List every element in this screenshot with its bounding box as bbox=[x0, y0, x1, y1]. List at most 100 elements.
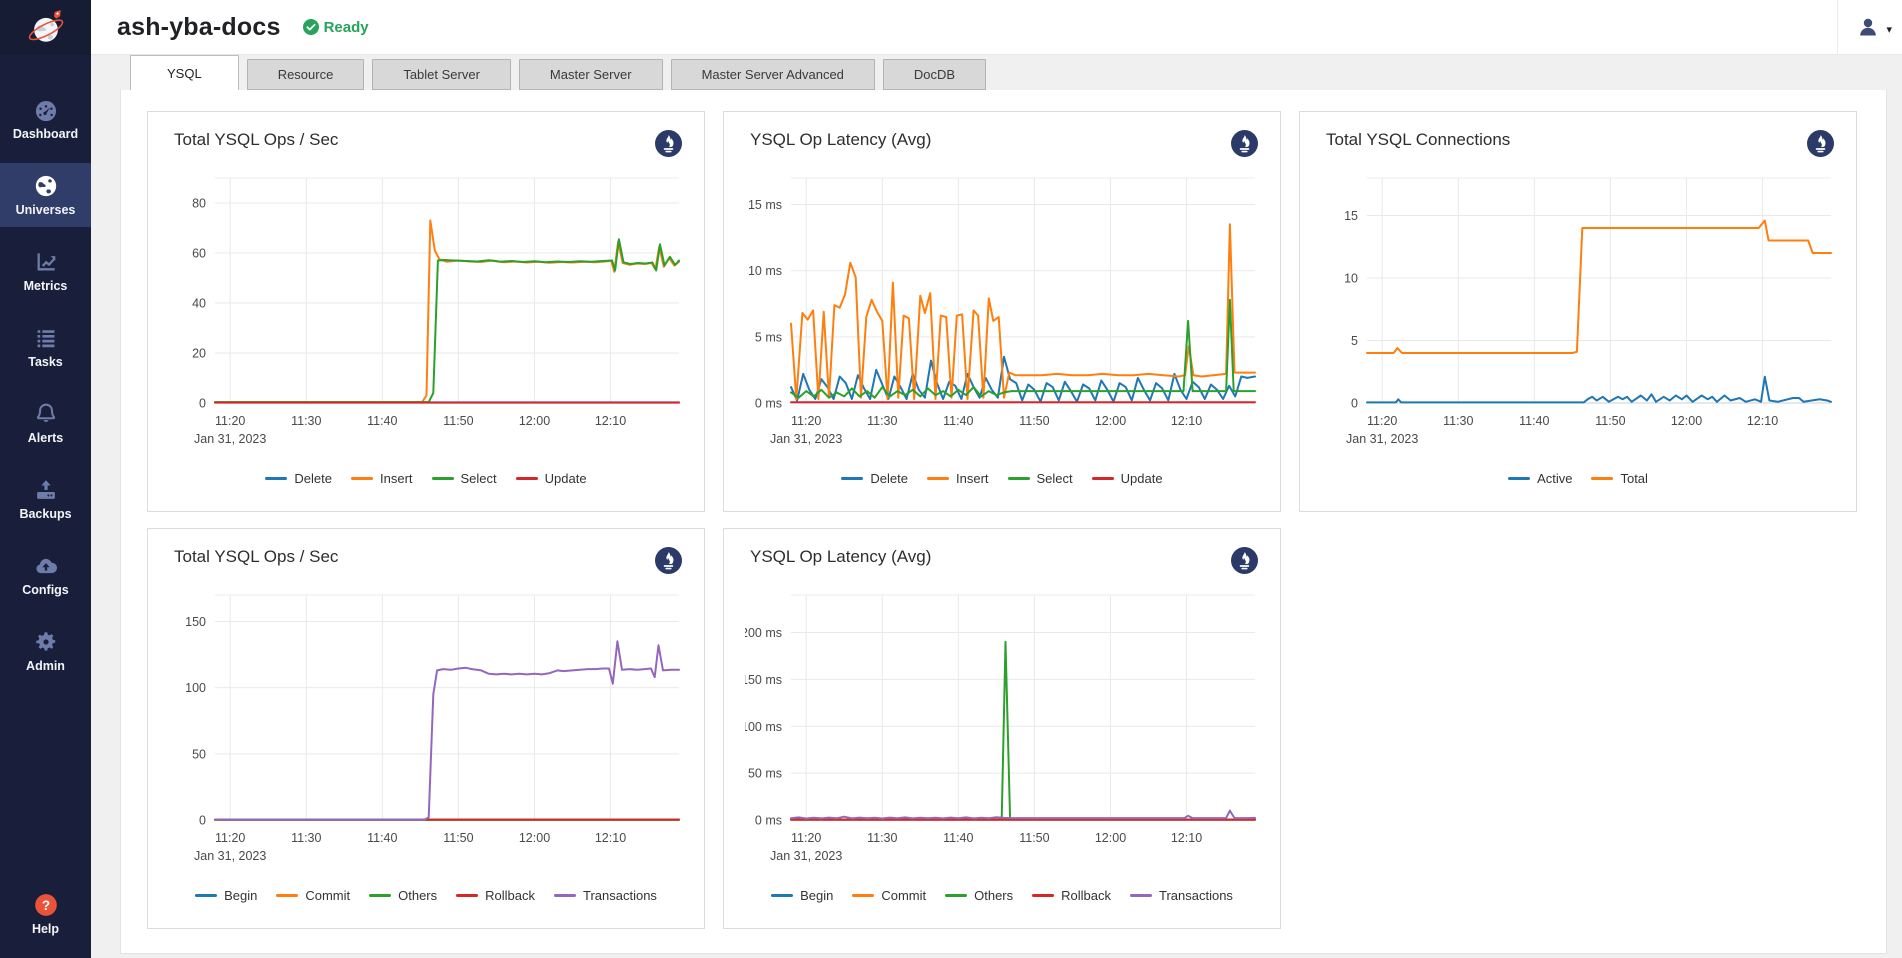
svg-text:20: 20 bbox=[192, 347, 206, 361]
legend-swatch bbox=[852, 894, 874, 897]
legend-label: Others bbox=[974, 888, 1013, 903]
cloudup-icon bbox=[33, 553, 59, 579]
tab-docdb[interactable]: DocDB bbox=[883, 59, 986, 90]
tab-master-server-advanced[interactable]: Master Server Advanced bbox=[671, 59, 875, 90]
chart-title: Total YSQL Ops / Sec bbox=[174, 547, 338, 567]
legend-item-update[interactable]: Update bbox=[1092, 471, 1163, 486]
svg-text:0: 0 bbox=[1351, 397, 1358, 411]
sidebar-item-label: Admin bbox=[26, 659, 65, 673]
svg-text:11:40: 11:40 bbox=[367, 414, 397, 428]
sidebar-item-universes[interactable]: Universes bbox=[0, 163, 91, 227]
sidebar-item-configs[interactable]: Configs bbox=[0, 543, 91, 607]
svg-text:11:40: 11:40 bbox=[943, 831, 973, 845]
backup-icon bbox=[33, 477, 59, 503]
chart-card-ysql-op-latency-transactions: YSQL Op Latency (Avg) 0 ms50 ms100 ms150… bbox=[723, 528, 1281, 929]
legend-item-transactions[interactable]: Transactions bbox=[1130, 888, 1233, 903]
prometheus-icon[interactable] bbox=[655, 130, 682, 157]
legend-item-rollback[interactable]: Rollback bbox=[1032, 888, 1111, 903]
tab-tablet-server[interactable]: Tablet Server bbox=[372, 59, 511, 90]
svg-text:Jan 31, 2023: Jan 31, 2023 bbox=[1346, 432, 1418, 446]
chart-plot: 0 ms50 ms100 ms150 ms200 ms11:2011:3011:… bbox=[724, 573, 1280, 872]
sidebar-item-dashboard[interactable]: Dashboard bbox=[0, 87, 91, 151]
legend-item-others[interactable]: Others bbox=[369, 888, 437, 903]
svg-text:60: 60 bbox=[192, 247, 206, 261]
legend-label: Transactions bbox=[1159, 888, 1233, 903]
sidebar-nav: Dashboard Universes Metrics Tasks Alerts Back… bbox=[0, 55, 91, 689]
legend-item-active[interactable]: Active bbox=[1508, 471, 1572, 486]
legend-swatch bbox=[945, 894, 967, 897]
prometheus-icon[interactable] bbox=[655, 547, 682, 574]
legend-swatch bbox=[516, 477, 538, 480]
legend-swatch bbox=[927, 477, 949, 480]
sidebar-item-alerts[interactable]: Alerts bbox=[0, 391, 91, 455]
chart-legend: Begin Commit Others Rollback Transactions bbox=[724, 888, 1280, 903]
svg-text:11:20: 11:20 bbox=[791, 414, 821, 428]
legend-item-commit[interactable]: Commit bbox=[276, 888, 350, 903]
chart-card-total-ysql-ops: Total YSQL Ops / Sec 02040608011:2011:30… bbox=[147, 111, 705, 512]
tab-resource[interactable]: Resource bbox=[247, 59, 365, 90]
tab-ysql[interactable]: YSQL bbox=[130, 55, 239, 90]
sidebar-item-backups[interactable]: Backups bbox=[0, 467, 91, 531]
content: YSQL ResourceTablet Server Master Server Ma… bbox=[91, 55, 1902, 958]
svg-text:15 ms: 15 ms bbox=[748, 198, 782, 212]
legend-item-delete[interactable]: Delete bbox=[265, 471, 332, 486]
yugabyte-logo[interactable] bbox=[0, 0, 91, 55]
gear-icon bbox=[33, 629, 59, 655]
chart-legend: Active Total bbox=[1300, 471, 1856, 486]
legend-item-begin[interactable]: Begin bbox=[771, 888, 833, 903]
legend-swatch bbox=[771, 894, 793, 897]
legend-item-select[interactable]: Select bbox=[1008, 471, 1073, 486]
legend-label: Select bbox=[461, 471, 497, 486]
legend-label: Insert bbox=[380, 471, 413, 486]
legend-item-select[interactable]: Select bbox=[432, 471, 497, 486]
legend-item-total[interactable]: Total bbox=[1591, 471, 1647, 486]
legend-swatch bbox=[456, 894, 478, 897]
legend-swatch bbox=[265, 477, 287, 480]
legend-label: Insert bbox=[956, 471, 989, 486]
svg-text:11:30: 11:30 bbox=[291, 831, 321, 845]
chart-title: YSQL Op Latency (Avg) bbox=[750, 547, 931, 567]
sidebar-item-metrics[interactable]: Metrics bbox=[0, 239, 91, 303]
legend-item-transactions[interactable]: Transactions bbox=[554, 888, 657, 903]
svg-text:12:00: 12:00 bbox=[519, 831, 550, 845]
legend-swatch bbox=[1591, 477, 1613, 480]
legend-swatch bbox=[1092, 477, 1114, 480]
prometheus-icon[interactable] bbox=[1807, 130, 1834, 157]
svg-text:0 ms: 0 ms bbox=[755, 814, 782, 828]
legend-item-others[interactable]: Others bbox=[945, 888, 1013, 903]
svg-text:11:50: 11:50 bbox=[1019, 414, 1049, 428]
svg-text:11:20: 11:20 bbox=[791, 831, 821, 845]
svg-text:12:10: 12:10 bbox=[595, 831, 626, 845]
legend-item-delete[interactable]: Delete bbox=[841, 471, 908, 486]
prometheus-icon[interactable] bbox=[1231, 547, 1258, 574]
chevron-down-icon[interactable]: ▾ bbox=[1886, 23, 1892, 36]
chart-plot: 0 ms5 ms10 ms15 ms11:2011:3011:4011:5012… bbox=[724, 156, 1280, 455]
prometheus-icon[interactable] bbox=[1231, 130, 1258, 157]
legend-item-insert[interactable]: Insert bbox=[927, 471, 989, 486]
legend-item-rollback[interactable]: Rollback bbox=[456, 888, 535, 903]
legend-swatch bbox=[432, 477, 454, 480]
legend-item-insert[interactable]: Insert bbox=[351, 471, 413, 486]
legend-label: Begin bbox=[224, 888, 257, 903]
legend-swatch bbox=[1008, 477, 1030, 480]
chart-plot: 05101511:2011:3011:4011:5012:0012:10Jan … bbox=[1300, 156, 1856, 455]
sidebar-item-label: Universes bbox=[16, 203, 76, 217]
tab-panel-ysql: Total YSQL Ops / Sec 02040608011:2011:30… bbox=[120, 90, 1887, 954]
sidebar-item-admin[interactable]: Admin bbox=[0, 619, 91, 683]
sidebar-item-help[interactable]: ?Help bbox=[0, 882, 91, 946]
svg-text:100 ms: 100 ms bbox=[745, 720, 782, 734]
tab-master-server[interactable]: Master Server bbox=[519, 59, 663, 90]
chart-title: Total YSQL Ops / Sec bbox=[174, 130, 338, 150]
legend-item-update[interactable]: Update bbox=[516, 471, 587, 486]
rocket-globe-icon bbox=[24, 6, 68, 50]
legend-item-begin[interactable]: Begin bbox=[195, 888, 257, 903]
sidebar-item-tasks[interactable]: Tasks bbox=[0, 315, 91, 379]
legend-item-commit[interactable]: Commit bbox=[852, 888, 926, 903]
check-circle-icon bbox=[303, 19, 319, 35]
svg-text:?: ? bbox=[41, 898, 49, 913]
chart-title: YSQL Op Latency (Avg) bbox=[750, 130, 931, 150]
svg-text:12:10: 12:10 bbox=[1747, 414, 1778, 428]
user-icon[interactable] bbox=[1856, 15, 1880, 39]
svg-text:11:40: 11:40 bbox=[1519, 414, 1549, 428]
legend-swatch bbox=[276, 894, 298, 897]
